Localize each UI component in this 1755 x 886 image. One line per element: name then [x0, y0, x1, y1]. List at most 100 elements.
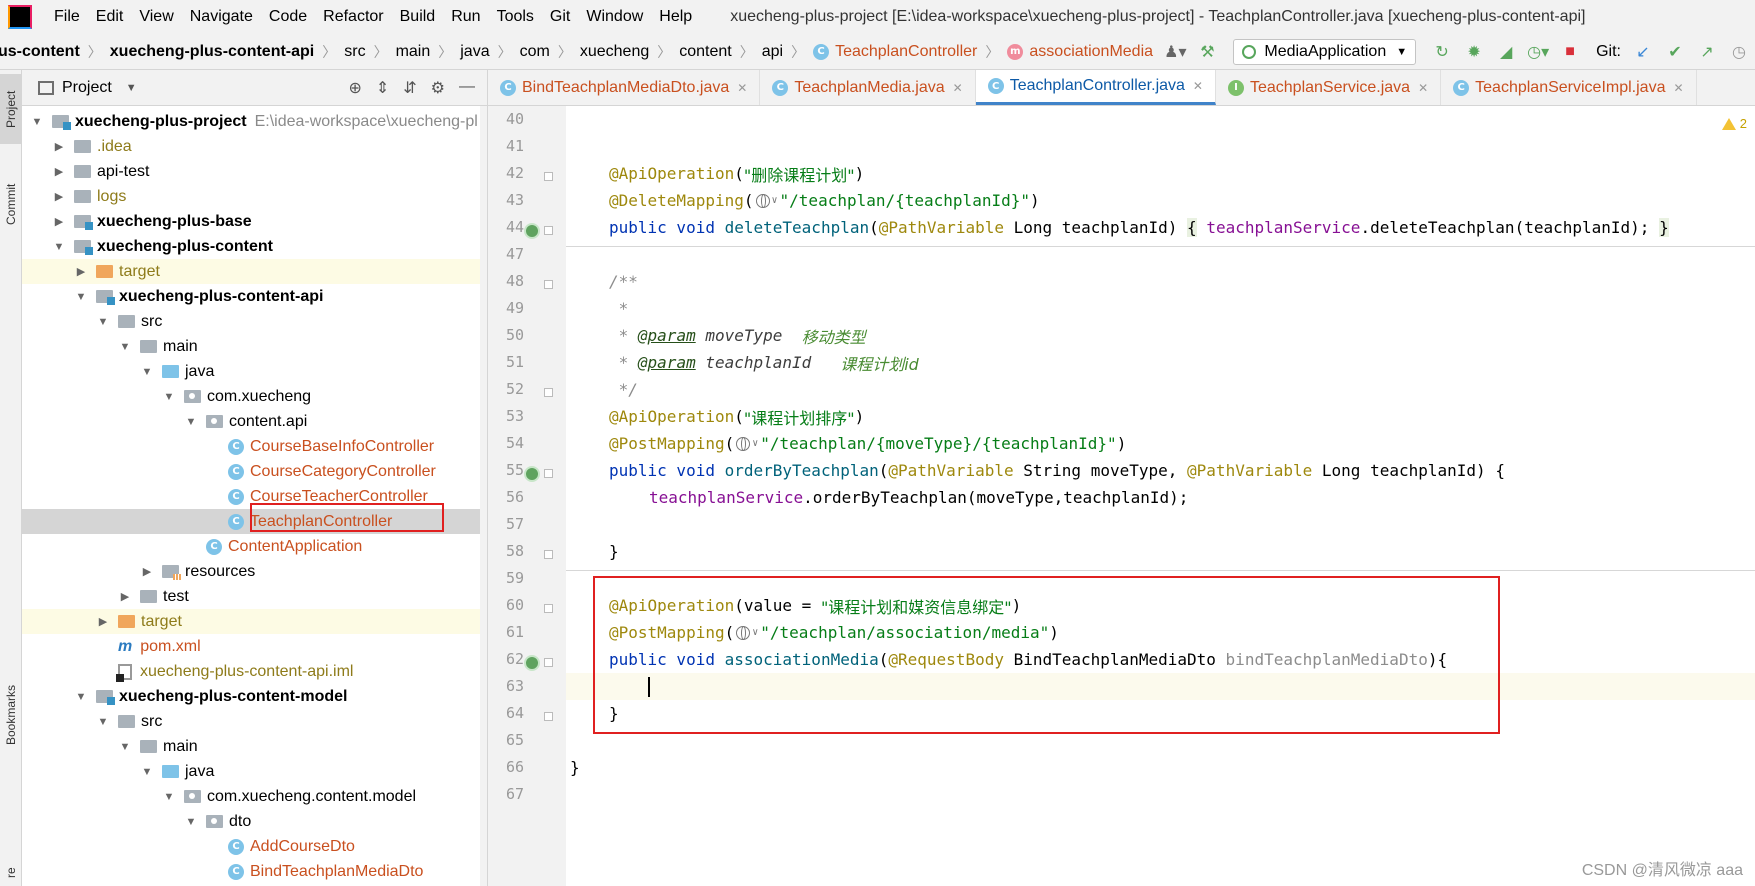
- bookmarks-tool-tab[interactable]: Bookmarks: [0, 670, 22, 760]
- tree-node[interactable]: ▼ dto: [22, 809, 487, 834]
- gear-icon[interactable]: ⚙: [431, 78, 445, 98]
- endpoint-gutter-icon[interactable]: [524, 466, 540, 482]
- project-panel-title[interactable]: Project: [62, 79, 112, 97]
- code-line-current[interactable]: [566, 673, 1755, 700]
- menu-build[interactable]: Build: [392, 0, 444, 34]
- tree-node[interactable]: ▶ logs: [22, 184, 487, 209]
- tree-node[interactable]: ▼ xuecheng-plus-content-model: [22, 684, 487, 709]
- close-icon[interactable]: ✕: [953, 81, 963, 95]
- endpoint-gutter-icon[interactable]: [524, 223, 540, 239]
- chevron-down-icon[interactable]: ▼: [96, 316, 110, 328]
- tree-node[interactable]: ▶ xuecheng-plus-base: [22, 209, 487, 234]
- tree-node-class[interactable]: C BindTeachplanMediaDto: [22, 859, 487, 884]
- close-icon[interactable]: ✕: [1193, 79, 1203, 93]
- breadcrumb-item[interactable]: us-content: [0, 43, 86, 61]
- tree-scrollbar[interactable]: [480, 106, 487, 886]
- build-hammer-icon[interactable]: ⚒: [1193, 38, 1221, 66]
- tree-node-class[interactable]: C AddCourseDto: [22, 834, 487, 859]
- chevron-right-icon[interactable]: ▶: [140, 565, 154, 578]
- menu-edit[interactable]: Edit: [88, 0, 132, 34]
- tree-node[interactable]: ▶ test: [22, 584, 487, 609]
- breadcrumb-item[interactable]: java: [454, 43, 495, 61]
- chevron-right-icon[interactable]: ▶: [52, 140, 66, 153]
- endpoint-gutter-icon[interactable]: [524, 655, 540, 671]
- chevron-down-icon[interactable]: ▼: [118, 741, 132, 753]
- chevron-right-icon[interactable]: ▶: [52, 165, 66, 178]
- code-area[interactable]: 40 41 42 43 44 47 48 49 50 51 52 53 54 5…: [488, 106, 1755, 886]
- locate-target-icon[interactable]: ⊕: [348, 78, 361, 98]
- stop-icon[interactable]: ■: [1556, 38, 1584, 66]
- tree-node-class[interactable]: C CourseTeacherController: [22, 484, 487, 509]
- menu-code[interactable]: Code: [261, 0, 315, 34]
- chevron-right-icon[interactable]: ▶: [96, 615, 110, 628]
- debug-bug-icon[interactable]: ✹: [1460, 38, 1488, 66]
- menu-tools[interactable]: Tools: [489, 0, 542, 34]
- close-icon[interactable]: ✕: [737, 81, 747, 95]
- menu-navigate[interactable]: Navigate: [182, 0, 261, 34]
- tab-teachplanserviceimpl[interactable]: C TeachplanServiceImpl.java ✕: [1441, 70, 1697, 105]
- menu-help[interactable]: Help: [651, 0, 700, 34]
- commit-tool-tab[interactable]: Commit: [0, 166, 22, 242]
- chevron-right-icon[interactable]: ▶: [118, 590, 132, 603]
- tree-node[interactable]: ▶ resources: [22, 559, 487, 584]
- tab-bindteachplanmediadto[interactable]: C BindTeachplanMediaDto.java ✕: [488, 70, 761, 105]
- chevron-down-icon[interactable]: ▼: [162, 791, 176, 803]
- breadcrumb-class[interactable]: C TeachplanController: [807, 43, 983, 61]
- breadcrumb-item[interactable]: xuecheng: [574, 43, 655, 61]
- tree-node[interactable]: ▼ src: [22, 309, 487, 334]
- git-update-icon[interactable]: ↙: [1629, 38, 1657, 66]
- tree-node[interactable]: ▶ .idea: [22, 134, 487, 159]
- chevron-right-icon[interactable]: ▶: [52, 215, 66, 228]
- tree-node[interactable]: ▼ java: [22, 359, 487, 384]
- chevron-down-icon[interactable]: ▼: [162, 391, 176, 403]
- chevron-down-icon[interactable]: ▼: [30, 116, 44, 128]
- tree-node-class[interactable]: C CourseBaseInfoController: [22, 434, 487, 459]
- git-commit-icon[interactable]: ✔: [1661, 38, 1689, 66]
- fold-marker-icon[interactable]: [544, 604, 553, 613]
- fold-marker-icon[interactable]: [544, 550, 553, 559]
- tree-node[interactable]: ▼ main: [22, 734, 487, 759]
- menu-file[interactable]: File: [46, 0, 88, 34]
- warnings-indicator[interactable]: 2: [1721, 116, 1747, 131]
- menu-window[interactable]: Window: [578, 0, 651, 34]
- chevron-down-icon[interactable]: ▼: [96, 716, 110, 728]
- tree-node[interactable]: ▼ xuecheng-plus-content: [22, 234, 487, 259]
- fold-marker-icon[interactable]: [544, 469, 553, 478]
- fold-marker-icon[interactable]: [544, 226, 553, 235]
- menu-git[interactable]: Git: [542, 0, 578, 34]
- tree-node-file[interactable]: xuecheng-plus-content-api.iml: [22, 659, 487, 684]
- git-history-icon[interactable]: ◷: [1725, 38, 1753, 66]
- fold-marker-icon[interactable]: [544, 712, 553, 721]
- tree-node[interactable]: ▶ target: [22, 259, 487, 284]
- chevron-down-icon[interactable]: ▼: [52, 241, 66, 253]
- structure-tool-tab[interactable]: re: [0, 860, 22, 886]
- rerun-icon[interactable]: ↻: [1428, 38, 1456, 66]
- tree-node-file[interactable]: m pom.xml: [22, 634, 487, 659]
- chevron-down-icon[interactable]: ▼: [140, 766, 154, 778]
- chevron-down-icon[interactable]: ▼: [126, 82, 137, 94]
- tree-node[interactable]: ▼ com.xuecheng: [22, 384, 487, 409]
- breadcrumb-item[interactable]: src: [338, 43, 371, 61]
- tree-node-project-root[interactable]: ▼ xuecheng-plus-project E:\idea-workspace\…: [22, 109, 487, 134]
- tab-teachplanmedia[interactable]: C TeachplanMedia.java ✕: [760, 70, 976, 105]
- breadcrumb-item[interactable]: com: [514, 43, 556, 61]
- chevron-down-icon[interactable]: ▼: [74, 291, 88, 303]
- project-tool-tab[interactable]: Project: [0, 74, 22, 144]
- profile-icon[interactable]: ◷▾: [1524, 38, 1552, 66]
- tree-node[interactable]: ▼ src: [22, 709, 487, 734]
- tree-node[interactable]: ▼ com.xuecheng.content.model: [22, 784, 487, 809]
- collapse-all-icon[interactable]: ⇵: [403, 78, 416, 98]
- close-icon[interactable]: ✕: [1673, 81, 1683, 95]
- tree-node[interactable]: ▼ java: [22, 759, 487, 784]
- breadcrumb-item[interactable]: main: [390, 43, 437, 61]
- chevron-down-icon[interactable]: ▼: [74, 691, 88, 703]
- fold-marker-icon[interactable]: [544, 658, 553, 667]
- tab-teachplancontroller[interactable]: C TeachplanController.java ✕: [975, 70, 1216, 105]
- minimize-icon[interactable]: —: [459, 78, 475, 98]
- tree-node-class-selected[interactable]: C TeachplanController: [22, 509, 487, 534]
- tree-node[interactable]: ▼ xuecheng-plus-content-api: [22, 284, 487, 309]
- tree-node-class[interactable]: C CourseCategoryController: [22, 459, 487, 484]
- chevron-down-icon[interactable]: ▼: [118, 341, 132, 353]
- breadcrumb-item[interactable]: xuecheng-plus-content-api: [104, 43, 320, 61]
- run-configuration-select[interactable]: MediaApplication ▼: [1233, 39, 1417, 65]
